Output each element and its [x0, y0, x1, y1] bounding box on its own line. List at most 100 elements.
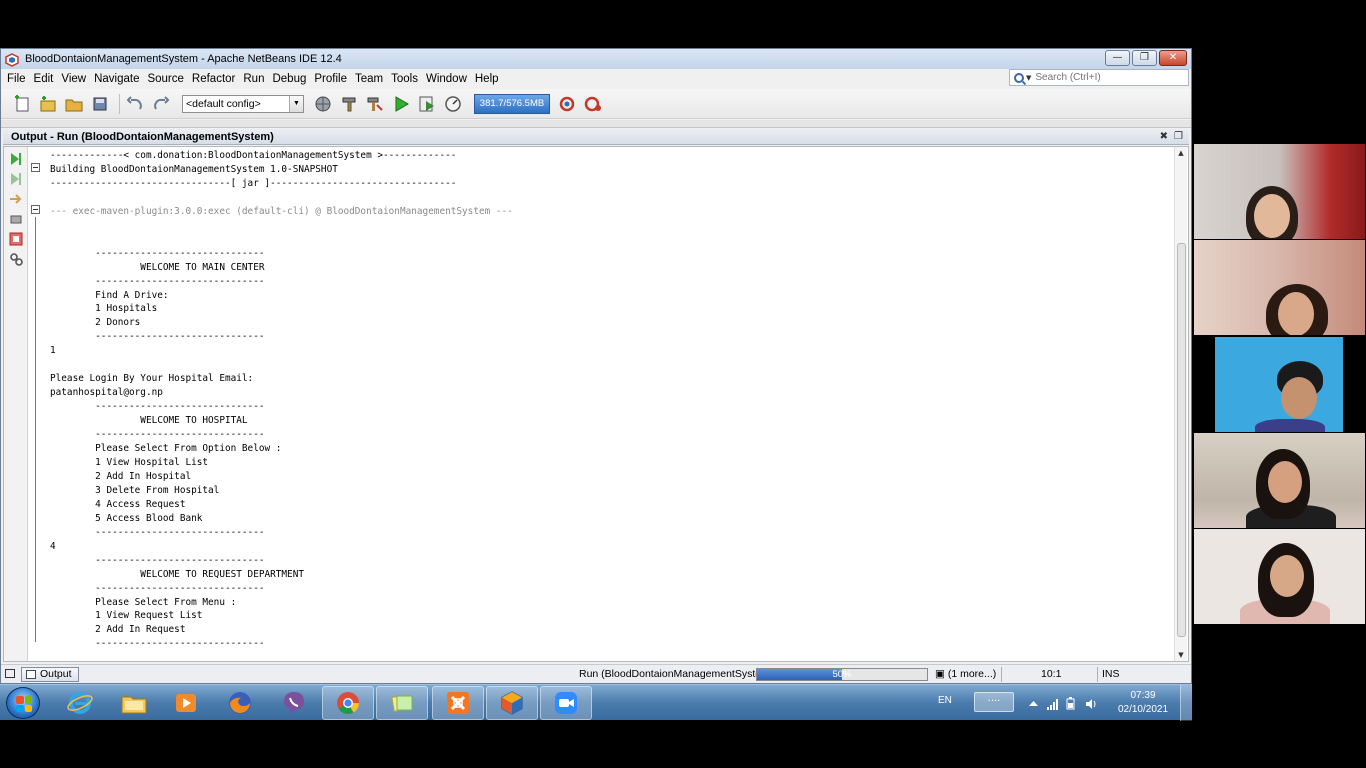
pin-icon[interactable]	[9, 211, 23, 225]
search-dropdown-icon[interactable]: ▼	[1026, 74, 1031, 82]
status-separator	[1097, 667, 1098, 682]
console-line: 4	[50, 540, 56, 552]
media-player-icon	[176, 694, 196, 712]
tray-application-box[interactable]: ····	[974, 692, 1014, 712]
config-value: <default config>	[186, 97, 261, 110]
console-line: Building BloodDontaionManagementSystem 1…	[50, 163, 338, 175]
menu-navigate[interactable]: Navigate	[94, 73, 139, 85]
console-line: --------------------------------[ jar ]-…	[50, 177, 457, 189]
taskbar-internet-explorer[interactable]	[54, 686, 106, 720]
taskbar-zoom[interactable]	[540, 686, 592, 720]
profiler-snapshot-button[interactable]	[582, 93, 604, 115]
menu-source[interactable]: Source	[147, 73, 183, 85]
menu-team[interactable]: Team	[355, 73, 383, 85]
settings-icon[interactable]	[9, 251, 23, 266]
console-output[interactable]: -------------< com.donation:BloodDontaio…	[50, 149, 1170, 659]
config-dropdown[interactable]: <default config> ▼	[182, 94, 304, 113]
save-all-button[interactable]	[89, 93, 111, 115]
menu-refactor[interactable]: Refactor	[192, 73, 235, 85]
taskbar-media-player[interactable]	[160, 686, 212, 720]
menu-run[interactable]: Run	[243, 73, 264, 85]
title-bar[interactable]: BloodDontaionManagementSystem - Apache N…	[1, 49, 1191, 69]
menu-tools[interactable]: Tools	[391, 73, 418, 85]
windows-logo-icon	[16, 696, 32, 712]
output-window-tab[interactable]: Output	[21, 667, 79, 682]
language-indicator[interactable]: EN	[938, 695, 952, 706]
console-line: 1 Hospitals	[50, 303, 158, 315]
show-hidden-icons-icon[interactable]	[1028, 695, 1039, 707]
undo-button[interactable]	[124, 93, 146, 115]
redo-button[interactable]	[150, 93, 172, 115]
console-line: Please Select From Option Below :	[50, 443, 282, 455]
scroll-up-icon[interactable]: ▲	[1175, 147, 1187, 159]
clock-time: 07:39	[1130, 690, 1156, 701]
rerun-icon[interactable]	[9, 151, 23, 165]
menu-view[interactable]: View	[61, 73, 86, 85]
task-progress-bar[interactable]: 50%	[756, 668, 928, 681]
fold-guide	[35, 217, 36, 642]
close-panel-icon[interactable]: ✖	[1160, 129, 1168, 145]
new-project-button[interactable]	[37, 93, 59, 115]
browser-button[interactable]	[312, 93, 334, 115]
close-button[interactable]: ✕	[1159, 50, 1187, 66]
new-file-button[interactable]	[11, 93, 33, 115]
taskbar-chrome[interactable]	[322, 686, 374, 720]
taskbar-firefox[interactable]	[214, 686, 266, 720]
arrow-right-icon[interactable]	[9, 191, 23, 205]
window-restore-icon[interactable]	[5, 669, 15, 678]
memory-meter[interactable]: 381.7/576.5MB	[474, 93, 550, 114]
menu-file[interactable]: File	[7, 73, 26, 85]
participant-video-4[interactable]	[1194, 433, 1365, 528]
vertical-scrollbar[interactable]: ▲ ▼	[1174, 147, 1187, 661]
window-title: BloodDontaionManagementSystem - Apache N…	[25, 53, 342, 65]
build-button[interactable]	[338, 93, 360, 115]
tasks-icon: ▣	[935, 668, 948, 680]
console-line: Find A Drive:	[50, 289, 169, 301]
debug-button[interactable]	[416, 93, 438, 115]
run-button[interactable]	[390, 93, 412, 115]
fold-toggle-icon[interactable]	[31, 205, 40, 214]
open-project-button[interactable]	[63, 93, 85, 115]
fold-toggle-icon[interactable]	[31, 163, 40, 172]
clean-build-button[interactable]	[364, 93, 386, 115]
console-line: 1	[50, 345, 56, 357]
rerun-with-options-icon[interactable]	[9, 171, 23, 185]
taskbar-xampp[interactable]	[432, 686, 484, 720]
gc-button[interactable]	[556, 93, 578, 115]
taskbar-netbeans[interactable]	[486, 686, 538, 720]
profile-button[interactable]	[442, 93, 464, 115]
menu-profile[interactable]: Profile	[314, 73, 347, 85]
maximize-button[interactable]: ❐	[1132, 50, 1157, 66]
taskbar-file-explorer[interactable]	[108, 686, 160, 720]
console-line: WELCOME TO MAIN CENTER	[50, 261, 265, 273]
more-tasks-link[interactable]: ▣ (1 more...)	[935, 668, 996, 680]
participant-video-3[interactable]	[1215, 337, 1343, 432]
scroll-down-icon[interactable]: ▼	[1175, 649, 1187, 661]
battery-icon[interactable]	[1066, 695, 1077, 710]
globe-icon	[315, 96, 331, 111]
participant-video-5[interactable]	[1194, 529, 1365, 624]
maximize-panel-icon[interactable]: ❐	[1174, 129, 1183, 145]
menu-help[interactable]: Help	[475, 73, 499, 85]
output-panel-header[interactable]: Output - Run (BloodDontaionManagementSys…	[3, 129, 1189, 145]
ide-window: BloodDontaionManagementSystem - Apache N…	[0, 48, 1192, 684]
menu-window[interactable]: Window	[426, 73, 467, 85]
participant-video-2[interactable]	[1194, 240, 1365, 335]
person-face	[1281, 377, 1317, 419]
menu-debug[interactable]: Debug	[272, 73, 306, 85]
console-line: --- exec-maven-plugin:3.0.0:exec (defaul…	[50, 205, 513, 217]
network-icon[interactable]	[1047, 695, 1058, 710]
menu-edit[interactable]: Edit	[34, 73, 54, 85]
participant-video-1[interactable]	[1194, 144, 1365, 239]
search-input[interactable]	[1035, 72, 1176, 83]
volume-icon[interactable]	[1085, 695, 1096, 709]
start-button[interactable]	[6, 687, 40, 719]
taskbar-sticky-notes[interactable]	[376, 686, 428, 720]
taskbar-viber[interactable]	[268, 686, 320, 720]
search-box[interactable]: ▼	[1009, 69, 1189, 86]
system-clock[interactable]: 07:39 02/10/2021	[1116, 689, 1170, 717]
minimize-button[interactable]: —	[1105, 50, 1130, 66]
stop-icon[interactable]	[9, 231, 23, 246]
show-desktop-button[interactable]	[1180, 685, 1192, 721]
scroll-thumb[interactable]	[1177, 243, 1186, 637]
